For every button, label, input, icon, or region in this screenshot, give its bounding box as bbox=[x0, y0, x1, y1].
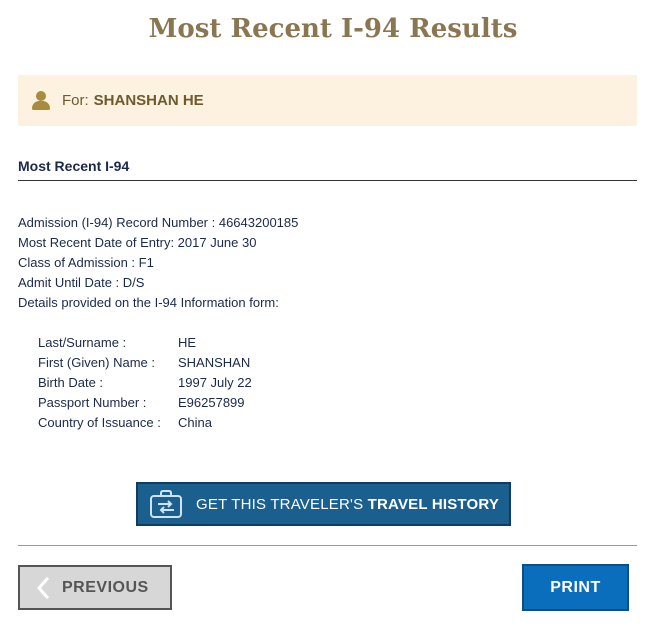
for-label: For: bbox=[62, 92, 89, 109]
detail-row: First (Given) Name : SHANSHAN bbox=[38, 353, 252, 373]
traveler-name: SHANSHAN HE bbox=[93, 92, 204, 109]
previous-label: PREVIOUS bbox=[62, 578, 149, 596]
detail-row: Passport Number : E96257899 bbox=[38, 393, 252, 413]
travel-history-button[interactable]: GET THIS TRAVELER'S TRAVEL HISTORY bbox=[136, 482, 511, 526]
travel-history-emphasis: TRAVEL HISTORY bbox=[367, 495, 500, 513]
detail-label: Last/Surname : bbox=[38, 335, 127, 350]
traveler-details: Last/Surname : HE First (Given) Name : SHA… bbox=[38, 333, 252, 433]
record-number: Admission (I-94) Record Number : 4664320… bbox=[18, 215, 299, 230]
chevron-left-icon bbox=[34, 576, 54, 600]
detail-row: Birth Date : 1997 July 22 bbox=[38, 373, 252, 393]
detail-value: SHANSHAN bbox=[178, 355, 251, 370]
previous-button[interactable]: PREVIOUS bbox=[18, 565, 172, 610]
user-icon bbox=[32, 90, 50, 111]
record-info: Admission (I-94) Record Number : 4664320… bbox=[18, 213, 298, 313]
print-button[interactable]: PRINT bbox=[522, 564, 629, 611]
page-title: Most Recent I-94 Results bbox=[148, 14, 518, 44]
detail-row: Country of Issuance : China bbox=[38, 413, 252, 433]
class-of-admission: Class of Admission : F1 bbox=[18, 255, 154, 270]
detail-value: HE bbox=[178, 335, 197, 350]
footer-divider bbox=[18, 545, 637, 546]
detail-value: E96257899 bbox=[178, 395, 245, 410]
detail-label: Country of Issuance : bbox=[38, 415, 161, 430]
travel-history-label: GET THIS TRAVELER'S TRAVEL HISTORY bbox=[196, 496, 499, 513]
print-label: PRINT bbox=[550, 578, 601, 596]
traveler-banner: For: SHANSHAN HE bbox=[18, 75, 637, 126]
travel-history-prefix: GET THIS TRAVELER'S bbox=[196, 495, 368, 513]
detail-row: Last/Surname : HE bbox=[38, 333, 252, 353]
section-title: Most Recent I-94 bbox=[18, 158, 130, 174]
detail-label: Passport Number : bbox=[38, 395, 147, 410]
entry-date: Most Recent Date of Entry: 2017 June 30 bbox=[18, 235, 257, 250]
detail-value: China bbox=[178, 415, 212, 430]
detail-label: First (Given) Name : bbox=[38, 355, 156, 370]
section-divider bbox=[18, 180, 637, 181]
details-heading: Details provided on the I-94 Information… bbox=[18, 295, 279, 310]
detail-value: 1997 July 22 bbox=[178, 375, 252, 390]
detail-label: Birth Date : bbox=[38, 375, 104, 390]
admit-until-date: Admit Until Date : D/S bbox=[18, 275, 145, 290]
briefcase-arrows-icon bbox=[150, 490, 182, 518]
